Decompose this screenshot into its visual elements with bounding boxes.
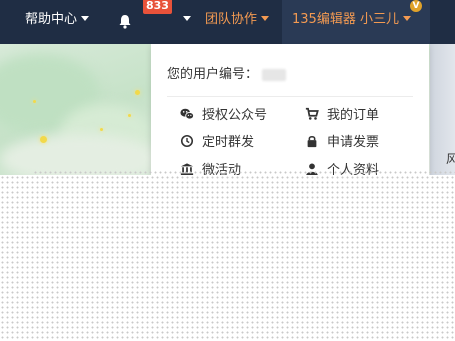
menu-item-label: 我的订单 — [327, 108, 380, 123]
cropped-area — [0, 175, 455, 341]
menu-item-request-invoice[interactable]: 申请发票 — [305, 134, 379, 152]
top-navbar: 帮助中心 833 团队协作 135编辑器 小三儿 V — [0, 0, 455, 44]
clock-icon — [180, 134, 194, 148]
menu-item-my-orders[interactable]: 我的订单 — [305, 107, 379, 125]
cart-icon — [305, 107, 319, 120]
menu-divider — [167, 96, 413, 97]
menu-item-label: 授权公众号 — [202, 108, 268, 123]
team-collaboration-menu[interactable]: 团队协作 — [205, 0, 270, 44]
notifications-dropdown-toggle[interactable] — [179, 0, 191, 44]
side-panel-edge-text: 风 — [446, 152, 455, 166]
team-collaboration-label: 团队协作 — [205, 12, 258, 27]
help-center-menu[interactable]: 帮助中心 — [25, 0, 90, 44]
user-id-value-masked — [262, 68, 287, 81]
vip-badge-icon: V — [410, 0, 422, 12]
user-id-row: 您的用户编号： — [167, 66, 287, 84]
chevron-down-icon — [81, 16, 90, 21]
wechat-icon — [180, 108, 194, 120]
lock-icon — [307, 135, 317, 148]
bell-icon — [119, 15, 131, 29]
account-menu[interactable]: 135编辑器 小三儿 — [282, 0, 430, 44]
chevron-down-icon — [183, 16, 191, 21]
account-dropdown-menu: 您的用户编号： 授权公众号 我的订单 定时群发 申请发票 微活动 个人资料 — [151, 44, 429, 175]
chevron-down-icon — [402, 16, 411, 21]
notification-count-badge: 833 — [143, 0, 172, 14]
chevron-down-icon — [261, 16, 270, 21]
menu-item-label: 定时群发 — [202, 135, 255, 150]
account-label: 135编辑器 小三儿 — [292, 12, 399, 27]
notifications-button[interactable] — [118, 0, 138, 44]
help-center-label: 帮助中心 — [25, 12, 78, 27]
menu-item-authorize-account[interactable]: 授权公众号 — [180, 107, 267, 125]
menu-item-label: 申请发票 — [327, 135, 380, 150]
user-id-label: 您的用户编号： — [167, 67, 259, 82]
menu-item-scheduled-send[interactable]: 定时群发 — [180, 134, 254, 152]
